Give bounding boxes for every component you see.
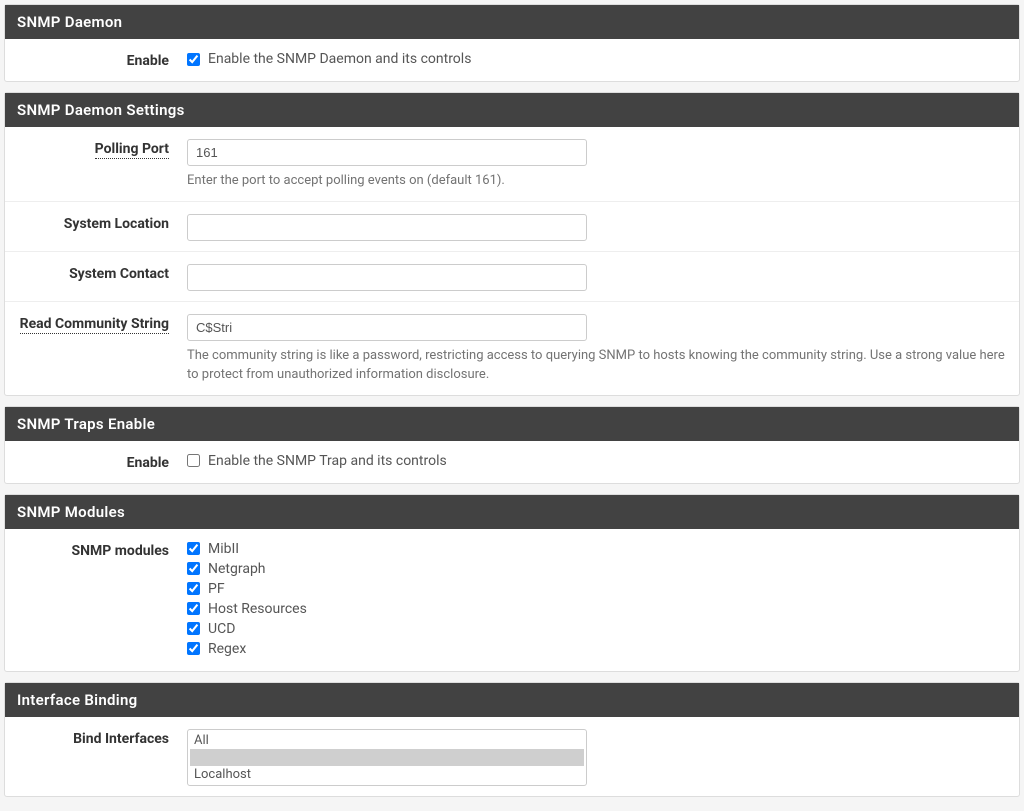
panel-header-snmp-daemon-settings: SNMP Daemon Settings bbox=[5, 93, 1019, 127]
input-read-community[interactable] bbox=[187, 314, 587, 341]
label-read-community: Read Community String bbox=[17, 312, 187, 332]
panel-snmp-modules: SNMP Modules SNMP modules MibII Netgraph P… bbox=[4, 494, 1020, 672]
module-checkbox[interactable] bbox=[187, 562, 200, 575]
label-system-contact: System Contact bbox=[17, 262, 187, 282]
label-system-location: System Location bbox=[17, 212, 187, 232]
panel-snmp-daemon: SNMP Daemon Enable Enable the SNMP Daemo… bbox=[4, 4, 1020, 82]
panel-snmp-daemon-settings: SNMP Daemon Settings Polling Port Enter … bbox=[4, 92, 1020, 396]
module-label[interactable]: Regex bbox=[208, 641, 246, 657]
module-checkbox[interactable] bbox=[187, 582, 200, 595]
help-polling-port: Enter the port to accept polling events … bbox=[187, 172, 1007, 191]
row-enable-trap: Enable Enable the SNMP Trap and its cont… bbox=[5, 441, 1019, 483]
row-bind-interfaces: Bind Interfaces All Localhost bbox=[5, 717, 1019, 796]
module-item: PF bbox=[187, 581, 1007, 597]
panel-snmp-traps: SNMP Traps Enable Enable Enable the SNMP… bbox=[4, 406, 1020, 484]
label-snmp-modules: SNMP modules bbox=[17, 539, 187, 559]
help-read-community: The community string is like a password,… bbox=[187, 347, 1007, 385]
module-item: Regex bbox=[187, 641, 1007, 657]
module-label[interactable]: Host Resources bbox=[208, 601, 307, 617]
bind-option[interactable] bbox=[190, 749, 584, 766]
input-system-location[interactable] bbox=[187, 214, 587, 241]
input-system-contact[interactable] bbox=[187, 264, 587, 291]
row-system-contact: System Contact bbox=[5, 252, 1019, 302]
label-polling-port: Polling Port bbox=[17, 137, 187, 157]
label-enable-daemon: Enable bbox=[17, 49, 187, 69]
module-checkbox[interactable] bbox=[187, 622, 200, 635]
input-polling-port[interactable] bbox=[187, 139, 587, 166]
checkbox-enable-daemon[interactable] bbox=[187, 53, 200, 66]
module-checkbox[interactable] bbox=[187, 602, 200, 615]
panel-header-snmp-traps: SNMP Traps Enable bbox=[5, 407, 1019, 441]
module-item: MibII bbox=[187, 541, 1007, 557]
panel-interface-binding: Interface Binding Bind Interfaces All Lo… bbox=[4, 682, 1020, 797]
panel-header-snmp-modules: SNMP Modules bbox=[5, 495, 1019, 529]
row-read-community: Read Community String The community stri… bbox=[5, 302, 1019, 395]
checkbox-label-enable-trap[interactable]: Enable the SNMP Trap and its controls bbox=[208, 453, 447, 469]
panel-header-snmp-daemon: SNMP Daemon bbox=[5, 5, 1019, 39]
row-system-location: System Location bbox=[5, 202, 1019, 252]
panel-header-interface-binding: Interface Binding bbox=[5, 683, 1019, 717]
module-label[interactable]: UCD bbox=[208, 621, 235, 637]
bind-option[interactable]: All bbox=[190, 732, 584, 749]
row-polling-port: Polling Port Enter the port to accept po… bbox=[5, 127, 1019, 202]
row-enable-daemon: Enable Enable the SNMP Daemon and its co… bbox=[5, 39, 1019, 81]
bind-option[interactable]: Localhost bbox=[190, 766, 584, 783]
module-label[interactable]: MibII bbox=[208, 541, 239, 557]
module-checkbox[interactable] bbox=[187, 642, 200, 655]
checkbox-label-enable-daemon[interactable]: Enable the SNMP Daemon and its controls bbox=[208, 51, 471, 67]
checkbox-enable-trap[interactable] bbox=[187, 454, 200, 467]
module-label[interactable]: PF bbox=[208, 581, 225, 597]
module-item: Host Resources bbox=[187, 601, 1007, 617]
module-checkbox[interactable] bbox=[187, 542, 200, 555]
module-item: UCD bbox=[187, 621, 1007, 637]
module-label[interactable]: Netgraph bbox=[208, 561, 266, 577]
select-bind-interfaces[interactable]: All Localhost bbox=[187, 729, 587, 786]
label-enable-trap: Enable bbox=[17, 451, 187, 471]
module-item: Netgraph bbox=[187, 561, 1007, 577]
row-snmp-modules: SNMP modules MibII Netgraph PF Host Resourc… bbox=[5, 529, 1019, 671]
label-bind-interfaces: Bind Interfaces bbox=[17, 727, 187, 747]
